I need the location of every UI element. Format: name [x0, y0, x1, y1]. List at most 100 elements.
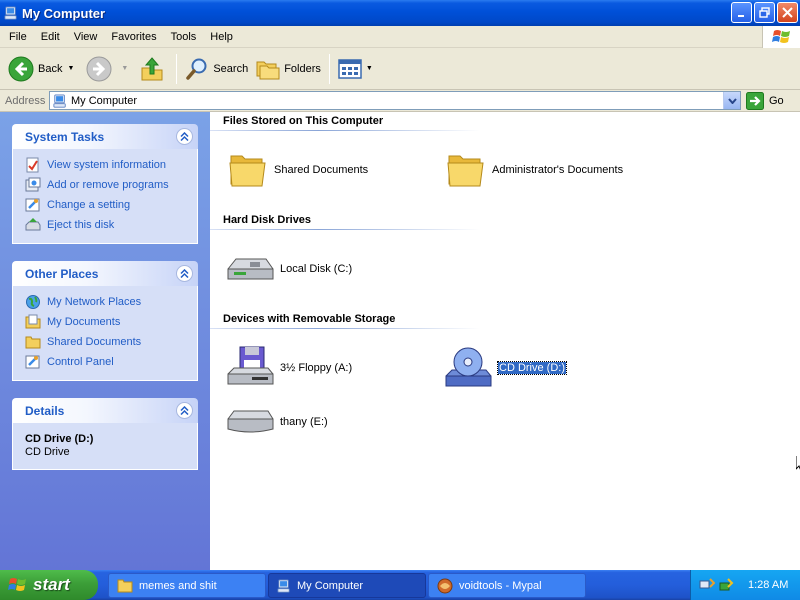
restore-button[interactable]	[754, 2, 775, 23]
minimize-icon	[737, 14, 744, 17]
forward-button[interactable]: ▼	[82, 51, 136, 87]
system-tasks-title: System Tasks	[25, 129, 105, 144]
windows-flag-icon	[771, 30, 790, 43]
details-item-name: CD Drive (D:)	[25, 433, 94, 445]
hard-disk-icon	[227, 258, 274, 280]
item-label: Local Disk (C:)	[280, 263, 353, 275]
collapse-other-places-button[interactable]	[176, 265, 193, 282]
restore-icon	[759, 7, 770, 18]
task-change-setting[interactable]: Change a setting	[25, 195, 197, 215]
task-label: View system information	[47, 159, 167, 171]
item-label: Shared Documents	[274, 164, 369, 176]
group-header-hard-disk-drives: Hard Disk Drives	[223, 214, 312, 226]
menu-help[interactable]: Help	[203, 31, 240, 43]
other-places-title: Other Places	[25, 266, 99, 281]
views-dropdown-icon[interactable]: ▼	[366, 65, 373, 72]
toolbar-separator	[176, 53, 178, 84]
safely-remove-hardware-icon[interactable]	[718, 577, 734, 593]
item-shared-documents[interactable]: Shared Documents	[228, 150, 368, 190]
up-folder-button[interactable]	[136, 51, 172, 87]
place-label: My Network Places	[47, 296, 142, 308]
menu-tools[interactable]: Tools	[164, 31, 204, 43]
views-button[interactable]: ▼	[334, 51, 381, 87]
removable-drive-icon	[227, 410, 274, 433]
taskbar-button-label: My Computer	[297, 579, 364, 592]
place-control-panel[interactable]: Control Panel	[25, 352, 197, 372]
group-header-removable-storage: Devices with Removable Storage	[223, 313, 396, 325]
item-label: thany (E:)	[280, 416, 328, 428]
my-computer-icon	[4, 6, 17, 20]
menu-edit[interactable]: Edit	[34, 31, 67, 43]
back-dropdown-icon[interactable]: ▼	[67, 65, 74, 72]
chevron-down-icon	[727, 97, 737, 104]
address-value: My Computer	[71, 94, 138, 107]
details-header[interactable]: Details	[12, 398, 198, 423]
menu-view[interactable]: View	[67, 31, 105, 43]
folder-icon	[117, 579, 133, 592]
item-administrators-documents[interactable]: Administrator's Documents	[446, 150, 623, 190]
task-view-system-information[interactable]: View system information	[25, 155, 197, 175]
title-bar[interactable]: My Computer	[0, 0, 800, 26]
taskbar-memes-and-shit[interactable]: memes and shit	[108, 573, 266, 598]
system-tasks-header[interactable]: System Tasks	[12, 124, 198, 149]
taskbar: start memes and shit My Computer voidtoo…	[0, 570, 800, 600]
group-header-files-stored: Files Stored on This Computer	[223, 115, 384, 127]
item-floppy-a[interactable]: 3½ Floppy (A:)	[226, 346, 352, 390]
address-input[interactable]: My Computer	[49, 91, 741, 110]
address-dropdown-button[interactable]	[723, 92, 740, 109]
go-arrow-icon	[746, 91, 764, 110]
folder-icon	[25, 336, 41, 349]
system-tray: 1:28 AM	[690, 570, 800, 600]
floppy-drive-icon	[227, 346, 274, 385]
task-eject-disk[interactable]: Eject this disk	[25, 215, 197, 235]
up-folder-icon	[141, 56, 163, 80]
back-button[interactable]: Back ▼	[0, 51, 82, 87]
minimize-button[interactable]	[731, 2, 752, 23]
place-my-network-places[interactable]: My Network Places	[25, 292, 197, 312]
my-computer-icon	[53, 93, 66, 108]
item-cd-drive-d[interactable]: CD Drive (D:)	[444, 346, 567, 390]
item-label: 3½ Floppy (A:)	[280, 362, 353, 374]
network-globe-icon	[26, 295, 40, 309]
menu-favorites[interactable]: Favorites	[104, 31, 163, 43]
task-add-remove-programs[interactable]: Add or remove programs	[25, 175, 197, 195]
task-pane: System Tasks View system information Add…	[0, 112, 210, 570]
add-remove-programs-icon	[25, 177, 41, 192]
item-thany-e[interactable]: thany (E:)	[226, 405, 328, 439]
place-label: My Documents	[47, 316, 121, 328]
place-shared-documents[interactable]: Shared Documents	[25, 332, 197, 352]
windows-logo	[762, 26, 800, 48]
my-computer-icon	[277, 578, 290, 593]
double-chevron-up-icon	[180, 269, 189, 278]
search-button[interactable]: Search	[181, 51, 252, 87]
eject-disk-icon	[25, 218, 41, 231]
collapse-system-tasks-button[interactable]	[176, 128, 193, 145]
folders-button[interactable]: Folders	[252, 51, 325, 87]
start-button[interactable]: start	[0, 570, 98, 600]
close-button[interactable]	[777, 2, 798, 23]
windows-flag-icon	[8, 578, 26, 591]
item-local-disk-c[interactable]: Local Disk (C:)	[226, 249, 352, 289]
place-my-documents[interactable]: My Documents	[25, 312, 197, 332]
group-divider	[210, 328, 480, 329]
other-places-header[interactable]: Other Places	[12, 261, 198, 286]
forward-dropdown-icon[interactable]: ▼	[121, 65, 128, 72]
go-button[interactable]: Go	[746, 91, 784, 110]
control-panel-icon	[25, 198, 40, 212]
folder-icon	[447, 155, 484, 187]
network-tray-icon[interactable]	[699, 577, 715, 593]
start-label: start	[33, 575, 70, 594]
taskbar-voidtools-mypal[interactable]: voidtools - Mypal	[428, 573, 586, 598]
details-title: Details	[25, 403, 65, 418]
mypal-browser-icon	[437, 578, 453, 593]
task-label: Change a setting	[47, 199, 131, 211]
folders-label: Folders	[284, 62, 321, 75]
item-label: Administrator's Documents	[492, 164, 624, 176]
clock[interactable]: 1:28 AM	[748, 579, 788, 591]
file-list-pane[interactable]: Files Stored on This Computer Shared Doc…	[210, 112, 800, 570]
taskbar-my-computer[interactable]: My Computer	[268, 573, 426, 598]
menu-file[interactable]: File	[0, 31, 34, 43]
collapse-details-button[interactable]	[176, 402, 193, 419]
toolbar: Back ▼ ▼ Search Folders ▼	[0, 48, 800, 90]
group-divider	[210, 229, 480, 230]
